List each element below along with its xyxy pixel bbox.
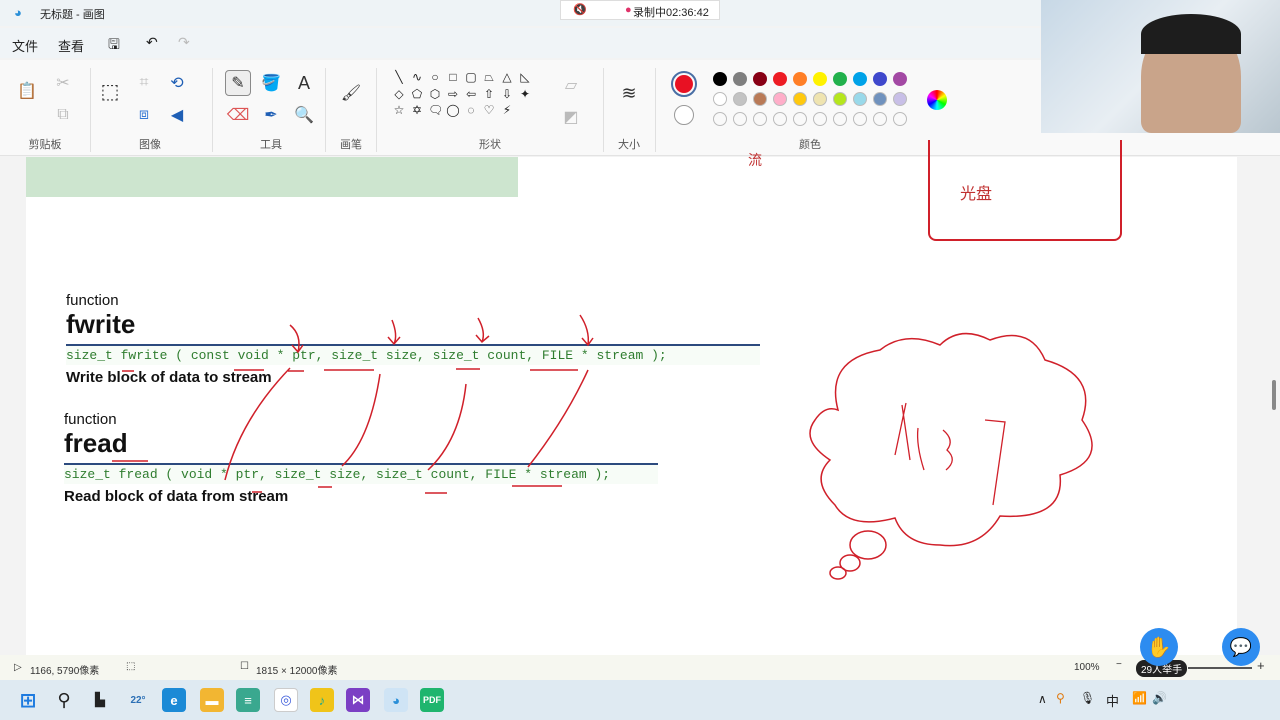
- chat-button[interactable]: 💬: [1222, 628, 1260, 666]
- tray-chevron-icon[interactable]: ∧: [1038, 692, 1047, 706]
- app-icon[interactable]: ≡: [236, 688, 260, 712]
- status-bar: ▷ 1166, 5790像素 ⬚ ☐ 1815 × 12000像素 100% −…: [0, 655, 1280, 680]
- file-explorer-icon[interactable]: ▬: [200, 688, 224, 712]
- music-icon[interactable]: ♪: [310, 688, 334, 712]
- paint-taskbar-icon[interactable]: ◕: [384, 688, 408, 712]
- zoom-out-button[interactable]: −: [1116, 659, 1122, 670]
- taskbar: ⊞ ⚲ ▙ 22° e ▬ ≡ ◎ ♪ ⋈ ◕ PDF ∧ ⚲ 🎙 中 📶 🔊: [0, 680, 1280, 720]
- pdf-icon[interactable]: PDF: [420, 688, 444, 712]
- canvas-size-icon: ☐: [240, 661, 249, 672]
- underlines: [112, 368, 578, 494]
- selection-icon: ⬚: [126, 661, 136, 672]
- microphone-icon[interactable]: 🎙: [1080, 691, 1095, 705]
- input-method-icon[interactable]: 中: [1106, 691, 1119, 710]
- browser-icon[interactable]: ◎: [274, 688, 298, 712]
- start-icon[interactable]: ⊞: [16, 688, 40, 712]
- volume-icon[interactable]: 🔊: [1152, 691, 1167, 705]
- vertical-scrollbar[interactable]: [1272, 380, 1276, 410]
- zoom-level: 100%: [1074, 662, 1100, 673]
- handwritten-note: [894, 402, 1006, 506]
- cursor-position: 1166, 5790像素: [30, 666, 100, 677]
- visual-studio-icon[interactable]: ⋈: [346, 688, 370, 712]
- tray-app-icon[interactable]: ⚲: [1056, 691, 1065, 705]
- annotations-layer: [112, 314, 1093, 580]
- task-view-icon[interactable]: ▙: [88, 688, 112, 712]
- weather-temp: 22°: [130, 694, 146, 706]
- zoom-slider[interactable]: [1188, 667, 1252, 669]
- zoom-in-button[interactable]: +: [1257, 658, 1265, 673]
- search-icon[interactable]: ⚲: [52, 688, 76, 712]
- canvas-size: 1815 × 12000像素: [256, 666, 338, 677]
- weather-icon[interactable]: 22°: [126, 688, 150, 712]
- wifi-icon[interactable]: 📶: [1132, 691, 1147, 705]
- connector-lines: [224, 367, 589, 481]
- raise-hand-button[interactable]: ✋: [1140, 628, 1178, 666]
- cursor-icon: ▷: [14, 662, 22, 673]
- arrows: [289, 314, 594, 354]
- edge-icon[interactable]: e: [162, 688, 186, 712]
